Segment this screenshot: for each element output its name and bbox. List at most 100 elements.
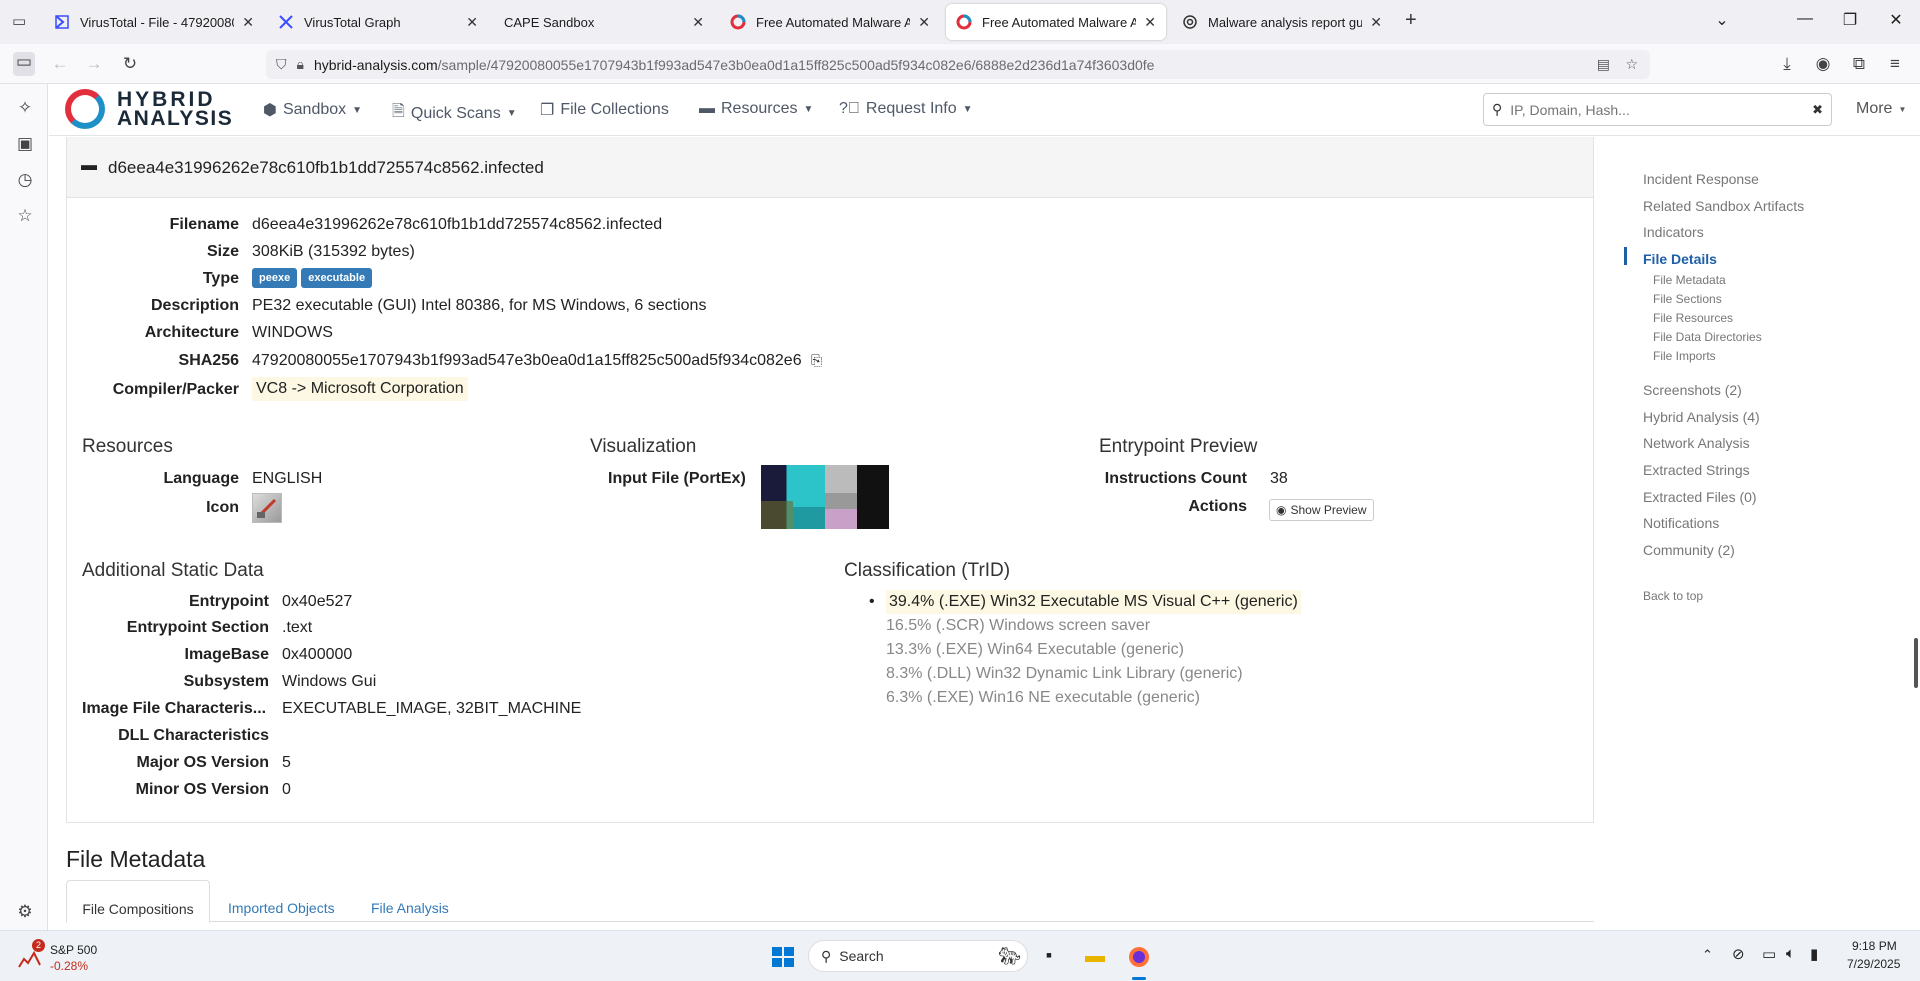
firefox-icon[interactable] — [1126, 945, 1152, 969]
reader-view-icon[interactable]: ▤ — [1597, 56, 1610, 73]
reload-icon[interactable]: ↻ — [119, 54, 141, 74]
menu-quick-scans[interactable]: 🗎︎ Quick Scans ▼ — [392, 100, 517, 127]
close-tab-icon[interactable]: ✕ — [466, 14, 478, 31]
toc-file-details[interactable]: File Details — [1643, 251, 1717, 267]
tab-file-compositions[interactable]: File Compositions — [66, 880, 210, 923]
file-icon: ▬ — [81, 157, 97, 174]
address-bar[interactable]: ⛉ 🔒︎ hybrid-analysis.com/sample/47920080… — [266, 50, 1650, 79]
toc-network-analysis[interactable]: Network Analysis — [1643, 435, 1750, 451]
toc-notifications[interactable]: Notifications — [1643, 515, 1719, 531]
tab-virustotal-file[interactable]: VirusTotal - File - 47920080055e1707943b… — [44, 4, 264, 40]
display-icon[interactable]: ▭ — [1762, 945, 1776, 963]
menu-resources[interactable]: ▬ Resources ▼ — [699, 100, 813, 118]
close-tab-icon[interactable]: ✕ — [242, 14, 254, 31]
taskbar-search-box[interactable]: ⚲ Search 🐅︎ — [808, 940, 1028, 972]
description-value: PE32 executable (GUI) Intel 80386, for M… — [252, 297, 707, 314]
show-preview-button[interactable]: ◉ Show Preview — [1269, 499, 1374, 521]
menu-file-collections[interactable]: ❐ File Collections — [540, 100, 669, 120]
toc-file-imports[interactable]: File Imports — [1653, 349, 1716, 363]
tab-hybrid-analysis-1[interactable]: Free Automated Malware Analysis Service … — [720, 4, 940, 40]
close-tab-icon[interactable]: ✕ — [918, 14, 930, 31]
close-window-icon[interactable]: ✕ — [1876, 10, 1916, 30]
tab-virustotal-graph[interactable]: VirusTotal Graph ✕ — [268, 4, 488, 40]
toc-related-sandbox-artifacts[interactable]: Related Sandbox Artifacts — [1643, 198, 1804, 214]
subsystem-label: Subsystem — [183, 673, 269, 690]
language-value: ENGLISH — [252, 470, 323, 487]
stock-widget[interactable]: 2 S&P 500 -0.28% — [18, 939, 108, 973]
file-explorer-icon[interactable]: ▬ — [1082, 945, 1108, 969]
architecture-label: Architecture — [144, 324, 239, 341]
close-tab-icon[interactable]: ✕ — [1144, 14, 1156, 31]
toc-file-data-directories[interactable]: File Data Directories — [1653, 330, 1762, 344]
menu-more[interactable]: More ▼ — [1856, 100, 1906, 118]
tab-imported-objects[interactable]: Imported Objects — [228, 900, 335, 916]
minimize-icon[interactable]: — — [1785, 10, 1825, 28]
tracking-protection-icon[interactable]: ⛉ — [276, 56, 287, 73]
toc-extracted-files[interactable]: Extracted Files (0) — [1643, 489, 1757, 505]
file-metadata-title: File Metadata — [66, 846, 206, 872]
chatgpt-icon — [1182, 14, 1198, 30]
toc-indicators[interactable]: Indicators — [1643, 224, 1704, 240]
hybrid-analysis-logo-icon[interactable] — [65, 89, 105, 129]
task-view-icon[interactable]: ▪ — [1036, 945, 1062, 969]
portex-visualization-image[interactable] — [761, 465, 889, 529]
resource-icon-image — [252, 493, 282, 523]
extensions-icon[interactable]: ⧉ — [1848, 54, 1870, 74]
app-menu-icon[interactable]: ≡ — [1884, 54, 1906, 74]
site-logo[interactable]: HYBRID ANALYSIS — [117, 89, 233, 129]
back-icon[interactable]: ← — [49, 54, 71, 74]
forward-icon[interactable]: → — [83, 54, 105, 74]
icon-label: Icon — [206, 499, 239, 516]
toc-incident-response[interactable]: Incident Response — [1643, 171, 1759, 187]
close-tab-icon[interactable]: ✕ — [692, 14, 704, 31]
bookmarks-icon[interactable]: ☆ — [14, 206, 36, 226]
close-tab-icon[interactable]: ✕ — [1370, 14, 1382, 31]
downloads-icon[interactable]: ⤓ — [1776, 54, 1798, 74]
battery-icon[interactable]: ▮ — [1810, 945, 1818, 963]
clock-date[interactable]: 7/29/2025 — [1847, 957, 1900, 971]
toc-extracted-strings[interactable]: Extracted Strings — [1643, 462, 1750, 478]
stock-badge: 2 — [32, 939, 45, 952]
toc-screenshots[interactable]: Screenshots (2) — [1643, 382, 1742, 398]
windows-start-icon[interactable] — [770, 945, 796, 969]
sidebar-settings-icon[interactable]: ⚙ — [14, 902, 36, 922]
tab-list-icon[interactable]: ▭ — [12, 12, 26, 30]
account-icon[interactable]: ◉ — [1812, 54, 1834, 74]
sidebar-toggle-icon[interactable]: ▭ — [13, 52, 35, 76]
clock-time[interactable]: 9:18 PM — [1852, 939, 1897, 953]
synced-tabs-icon[interactable]: ▣ — [14, 134, 36, 154]
toc-hybrid-analysis[interactable]: Hybrid Analysis (4) — [1643, 409, 1760, 425]
bookmark-star-icon[interactable]: ☆ — [1625, 56, 1638, 73]
image-file-characteristics-value: EXECUTABLE_IMAGE, 32BIT_MACHINE — [282, 700, 582, 717]
tab-file-analysis[interactable]: File Analysis — [371, 900, 449, 916]
trid-bullet: • — [869, 593, 875, 610]
hybrid-analysis-icon — [730, 14, 746, 30]
tab-hybrid-analysis-2[interactable]: Free Automated Malware Analysis Service … — [946, 4, 1166, 40]
new-tab-button[interactable]: + — [1405, 9, 1417, 32]
volume-icon[interactable]: 🔈︎ — [1786, 945, 1795, 962]
ai-chatbot-icon[interactable]: ✧ — [14, 98, 36, 118]
caret-down-icon: ▼ — [803, 103, 814, 115]
history-icon[interactable]: ◷ — [14, 170, 36, 190]
size-label: Size — [206, 243, 239, 260]
tab-cape-sandbox[interactable]: CAPE Sandbox ✕ — [494, 4, 714, 40]
network-off-icon[interactable]: ⊘ — [1732, 945, 1745, 963]
copy-icon[interactable]: ⎘ — [811, 352, 822, 369]
show-hidden-icons-icon[interactable]: ⌃ — [1702, 947, 1713, 963]
toc-file-metadata[interactable]: File Metadata — [1653, 273, 1726, 287]
dll-characteristics-label: DLL Characteristics — [118, 727, 269, 744]
toc-back-to-top[interactable]: Back to top — [1643, 589, 1703, 603]
toc-file-resources[interactable]: File Resources — [1653, 311, 1733, 325]
site-search-input[interactable] — [1510, 101, 1791, 118]
restore-icon[interactable]: ❐ — [1830, 10, 1870, 30]
lock-icon[interactable]: 🔒︎ — [297, 56, 304, 73]
toc-file-sections[interactable]: File Sections — [1653, 292, 1722, 306]
clear-search-icon[interactable]: ✖ — [1812, 102, 1823, 118]
menu-sandbox[interactable]: ⬢ Sandbox ▼ — [263, 100, 362, 120]
menu-request-info[interactable]: ?⃝ Request Info ▼ — [839, 100, 973, 118]
site-search-box[interactable]: ⚲ ✖ — [1483, 93, 1832, 126]
tab-malware-report[interactable]: Malware analysis report guidance ✕ — [1172, 4, 1392, 40]
toc-community[interactable]: Community (2) — [1643, 542, 1735, 558]
tab-overflow-icon[interactable]: ⌄ — [1702, 10, 1742, 30]
page-scrollbar-thumb[interactable] — [1914, 638, 1918, 688]
